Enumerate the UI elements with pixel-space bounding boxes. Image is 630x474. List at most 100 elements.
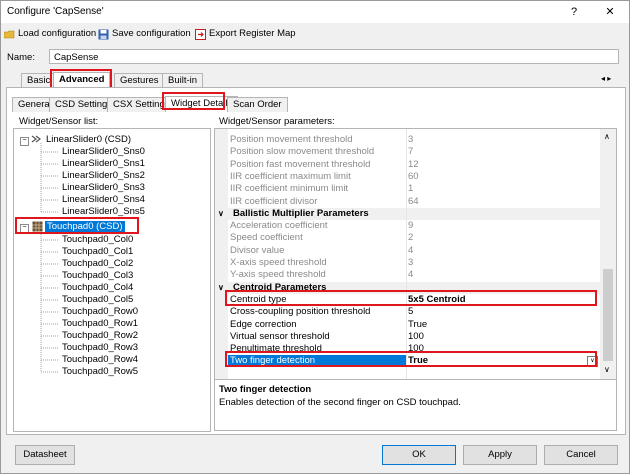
tree-item-sensor[interactable]: LinearSlider0_Sns1: [62, 158, 145, 170]
param-row-centroid-type[interactable]: Centroid type 5x5 Centroid: [215, 294, 600, 306]
ok-button[interactable]: OK: [382, 445, 456, 465]
param-value: 64: [408, 195, 419, 207]
scroll-down-icon[interactable]: ∨: [604, 365, 610, 374]
tree-item-sensor[interactable]: LinearSlider0_Sns3: [62, 182, 145, 194]
tab-gestures[interactable]: Gestures: [114, 73, 165, 88]
param-row[interactable]: Y-axis speed threshold 4: [215, 269, 600, 281]
description-panel: Two finger detection Enables detection o…: [214, 379, 617, 431]
tree-lines: [40, 143, 58, 373]
save-icon: [98, 29, 109, 40]
chevron-down-icon: ∨: [218, 282, 224, 292]
param-row[interactable]: Acceleration coefficient 9: [215, 220, 600, 232]
params-scrollbar[interactable]: ∧ ∨: [600, 129, 616, 379]
param-value: 5x5 Centroid: [408, 293, 466, 305]
param-name: Two finger detection: [228, 355, 406, 368]
column-separator: [406, 129, 407, 379]
param-row[interactable]: X-axis speed threshold 3: [215, 257, 600, 269]
sub-tab-strip: General CSD Settings CSX Settings Widget…: [1, 96, 629, 112]
param-value: 100: [408, 330, 424, 342]
description-text: Enables detection of the second finger o…: [219, 397, 461, 408]
param-row[interactable]: IIR coefficient maximum limit 60: [215, 171, 600, 183]
param-name: Penultimate threshold: [230, 343, 322, 355]
description-title: Two finger detection: [219, 384, 312, 395]
dropdown-chevron-icon[interactable]: ∨: [587, 356, 598, 368]
help-button[interactable]: ?: [563, 4, 585, 20]
param-name: Y-axis speed threshold: [230, 269, 326, 281]
window-title: Configure 'CapSense': [7, 6, 104, 17]
param-value: 4: [408, 269, 414, 281]
param-name: IIR coefficient divisor: [230, 195, 318, 207]
param-value: True: [408, 355, 429, 367]
param-row[interactable]: Position fast movement threshold 12: [215, 159, 600, 171]
tab-advanced[interactable]: Advanced: [53, 72, 111, 88]
tree-item-sensor[interactable]: LinearSlider0_Sns2: [62, 170, 145, 182]
param-value: 100: [408, 343, 424, 355]
params-header: Widget/Sensor parameters:: [219, 116, 335, 127]
category-centroid[interactable]: ∨ Centroid Parameters: [215, 281, 600, 294]
scroll-thumb[interactable]: [603, 269, 613, 361]
param-value: 4: [408, 244, 414, 256]
param-name: Speed coefficient: [230, 232, 303, 244]
param-row[interactable]: Divisor value 4: [215, 245, 600, 257]
param-value: 9: [408, 220, 414, 232]
param-name: Position movement threshold: [230, 134, 353, 145]
widget-tree: − LinearSlider0 (CSD) LinearSlider0_Sns0…: [13, 128, 211, 432]
param-name: Acceleration coefficient: [230, 220, 328, 232]
name-input[interactable]: CapSense: [49, 49, 619, 64]
main-tab-strip: Basic Advanced Gestures Built-in ◂ ▸: [1, 71, 629, 88]
param-name: X-axis speed threshold: [230, 257, 327, 268]
export-register-map-button[interactable]: Export Register Map: [195, 27, 296, 41]
param-row[interactable]: Virtual sensor threshold 100: [215, 331, 600, 343]
datasheet-button[interactable]: Datasheet: [15, 445, 75, 465]
param-name: IIR coefficient minimum limit: [230, 183, 349, 195]
save-configuration-button[interactable]: Save configuration: [98, 27, 191, 41]
export-register-map-label: Export Register Map: [209, 28, 296, 39]
tree-item-sensor[interactable]: LinearSlider0_Sns4: [62, 194, 145, 206]
tree-item-sensor[interactable]: LinearSlider0_Sns5: [62, 206, 145, 218]
category-label: Ballistic Multiplier Parameters: [233, 207, 369, 219]
tab-scan-order[interactable]: Scan Order: [227, 97, 288, 112]
param-row[interactable]: IIR coefficient divisor 64: [215, 196, 600, 208]
param-row[interactable]: Cross-coupling position threshold 5: [215, 306, 600, 318]
tab-basic[interactable]: Basic: [21, 73, 57, 88]
load-configuration-button[interactable]: Load configuration: [3, 27, 97, 41]
param-row[interactable]: Position slow movement threshold 7: [215, 146, 600, 158]
tree-item-sensor[interactable]: LinearSlider0_Sns0: [62, 146, 145, 158]
param-row-two-finger[interactable]: Two finger detection True ∨: [215, 355, 600, 368]
params-grid: Position movement threshold 3 Position s…: [214, 128, 617, 380]
category-ballistic[interactable]: ∨ Ballistic Multiplier Parameters: [215, 207, 600, 221]
param-name: Virtual sensor threshold: [230, 330, 330, 342]
param-value: 1: [408, 183, 414, 195]
param-value: True: [408, 318, 428, 330]
folder-open-icon: [3, 29, 15, 40]
param-value: 3: [408, 134, 414, 145]
category-label: Centroid Parameters: [233, 281, 327, 293]
apply-button[interactable]: Apply: [463, 445, 537, 465]
widget-list-header: Widget/Sensor list:: [19, 116, 99, 127]
param-value: 60: [408, 170, 419, 182]
param-value: 2: [408, 232, 414, 244]
param-name: Edge correction: [230, 318, 297, 330]
param-value: 5: [408, 306, 414, 318]
param-row[interactable]: IIR coefficient minimum limit 1: [215, 183, 600, 195]
tab-scroll-arrows-icon[interactable]: ◂ ▸: [601, 74, 611, 83]
param-name: Divisor value: [230, 244, 285, 256]
param-name: Position slow movement threshold: [230, 146, 375, 158]
param-row[interactable]: Edge correction True: [215, 319, 600, 331]
save-configuration-label: Save configuration: [112, 28, 191, 39]
close-button[interactable]: ✕: [599, 4, 621, 20]
param-value: 12: [408, 158, 419, 170]
cancel-button[interactable]: Cancel: [544, 445, 618, 465]
param-row[interactable]: Speed coefficient 2: [215, 232, 600, 244]
export-icon: [195, 28, 206, 40]
param-row[interactable]: Position movement threshold 3: [215, 134, 600, 146]
name-label: Name:: [7, 52, 35, 63]
title-bar: Configure 'CapSense' ? ✕: [1, 1, 629, 23]
scroll-up-icon[interactable]: ∧: [604, 132, 610, 141]
param-row[interactable]: Penultimate threshold 100: [215, 343, 600, 355]
param-name: Cross-coupling position threshold: [230, 306, 371, 318]
tab-built-in[interactable]: Built-in: [162, 73, 204, 88]
load-configuration-label: Load configuration: [18, 28, 97, 39]
configure-dialog: Configure 'CapSense' ? ✕ Load configurat…: [0, 0, 630, 474]
param-value: 7: [408, 146, 414, 158]
